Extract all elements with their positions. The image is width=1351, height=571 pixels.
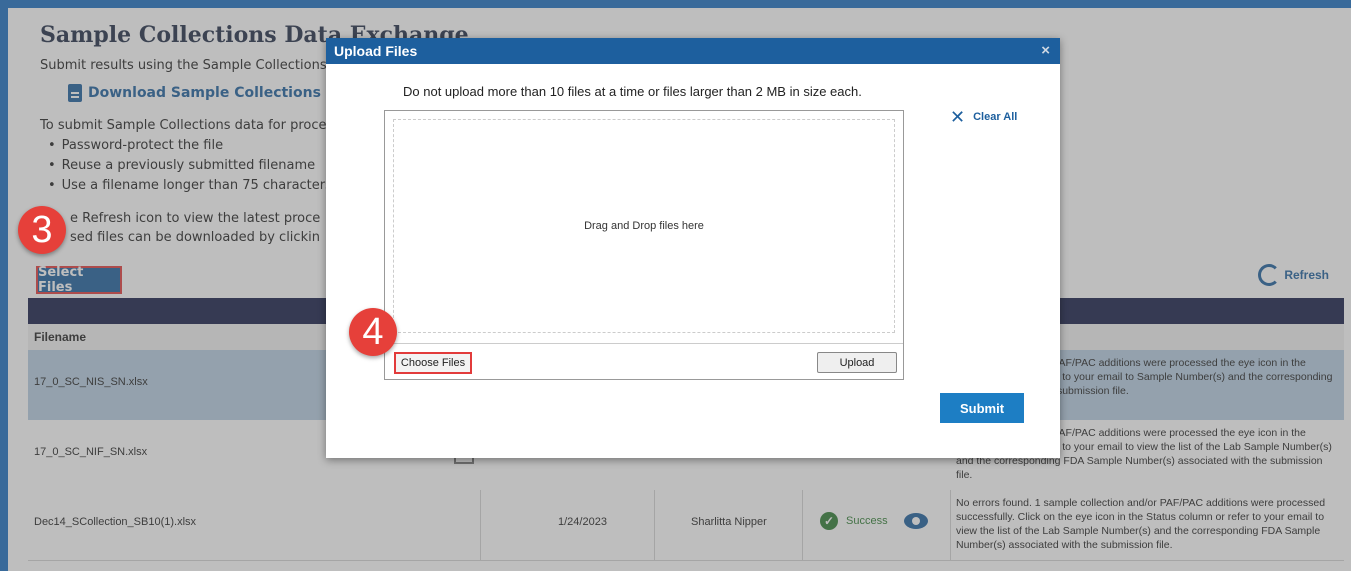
drop-hint: Drag and Drop files here bbox=[584, 220, 704, 232]
step-3-badge: 3 bbox=[18, 206, 66, 254]
dialog-title: Upload Files bbox=[334, 43, 418, 59]
dropzone-footer: Choose Files Upload bbox=[385, 343, 903, 380]
drop-zone[interactable]: Drag and Drop files here Choose Files Up… bbox=[384, 110, 904, 380]
drop-area[interactable]: Drag and Drop files here bbox=[393, 119, 895, 333]
close-icon[interactable]: × bbox=[1041, 42, 1050, 59]
clear-x-icon: ✕ bbox=[950, 107, 966, 127]
upload-button[interactable]: Upload bbox=[817, 352, 897, 373]
submit-button[interactable]: Submit bbox=[940, 393, 1024, 423]
dialog-header: Upload Files × bbox=[326, 38, 1060, 64]
clear-all-label: Clear All bbox=[973, 111, 1018, 123]
choose-files-button[interactable]: Choose Files bbox=[394, 352, 472, 374]
upload-limit-note: Do not upload more than 10 files at a ti… bbox=[403, 84, 862, 99]
step-4-badge: 4 bbox=[349, 308, 397, 356]
clear-all-button[interactable]: ✕ Clear All bbox=[950, 108, 1017, 126]
upload-files-dialog: Upload Files × Do not upload more than 1… bbox=[326, 38, 1060, 458]
